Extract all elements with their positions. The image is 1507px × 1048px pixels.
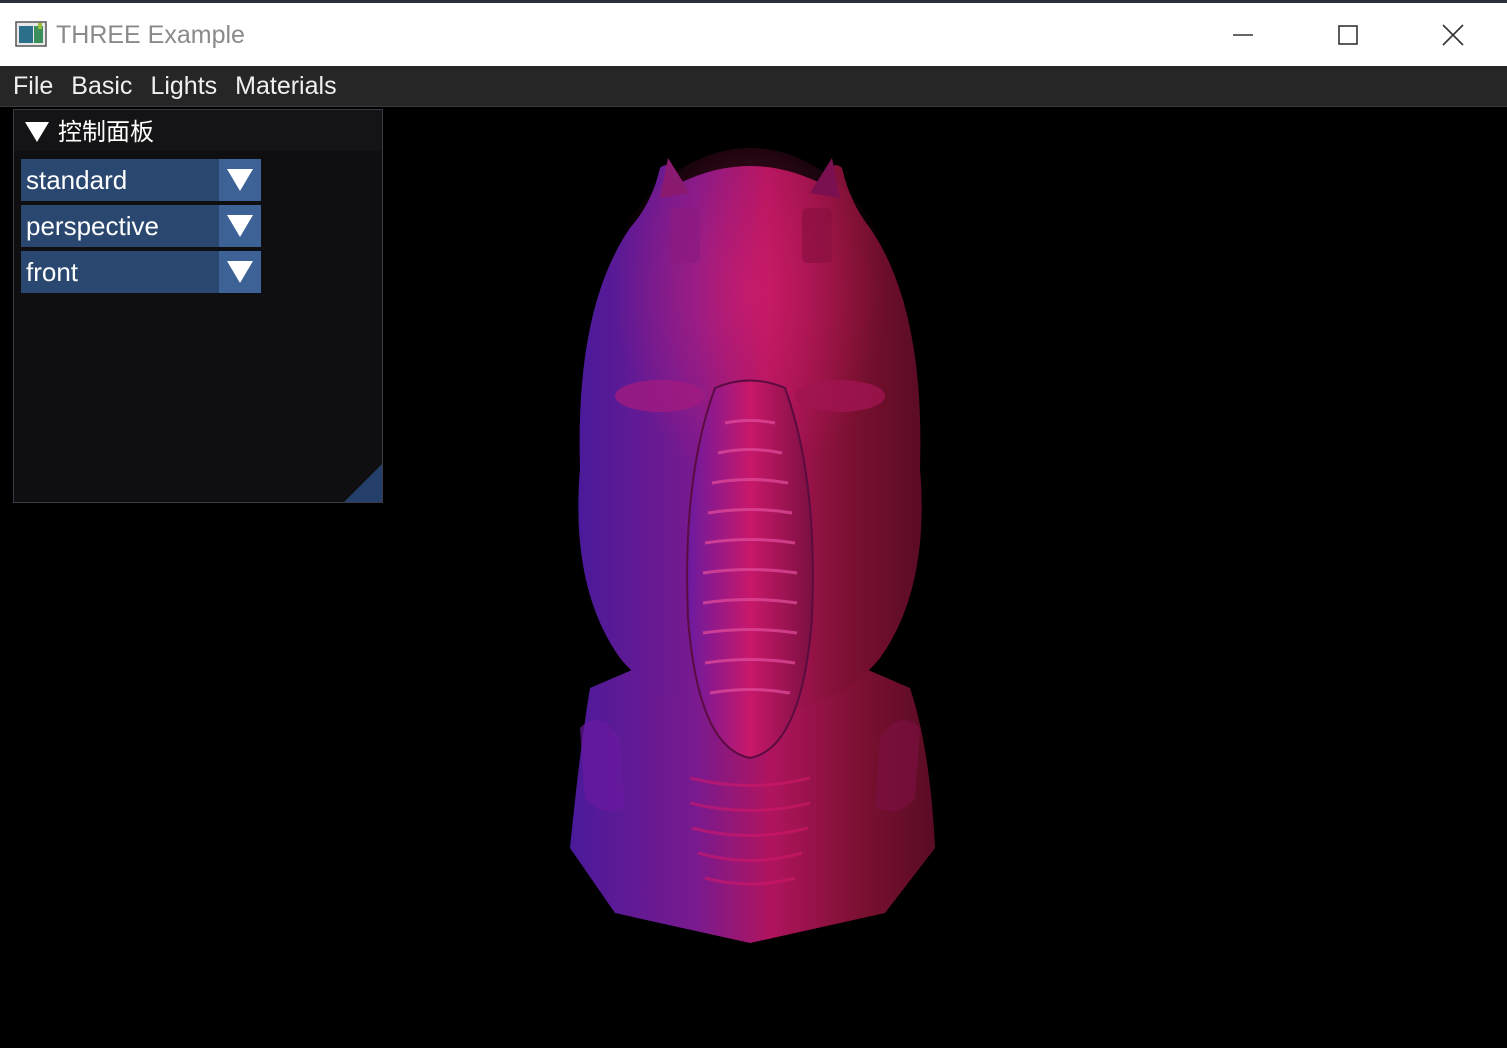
menu-materials[interactable]: Materials xyxy=(226,66,345,107)
head-model xyxy=(570,148,935,943)
menu-lights[interactable]: Lights xyxy=(141,66,226,107)
chevron-down-icon xyxy=(227,215,253,237)
close-icon xyxy=(1442,24,1464,46)
panel-header[interactable]: 控制面板 xyxy=(14,110,382,151)
control-panel: 控制面板 standard perspective front xyxy=(13,109,383,503)
chevron-down-icon xyxy=(227,261,253,283)
view-combo-button[interactable] xyxy=(219,251,261,293)
panel-title: 控制面板 xyxy=(58,118,154,146)
maximize-button[interactable] xyxy=(1296,6,1400,64)
camera-combo[interactable]: perspective xyxy=(21,205,261,247)
maximize-icon xyxy=(1338,25,1358,45)
camera-combo-value: perspective xyxy=(26,211,159,241)
menu-bar: File Basic Lights Materials xyxy=(0,66,1507,107)
chevron-down-icon xyxy=(227,169,253,191)
material-combo-button[interactable] xyxy=(219,159,261,201)
material-combo-value: standard xyxy=(26,165,128,195)
close-button[interactable] xyxy=(1401,6,1505,64)
view-combo-value: front xyxy=(26,257,79,287)
resize-grip-icon[interactable] xyxy=(344,464,382,502)
title-bar[interactable]: THREE Example xyxy=(0,0,1507,66)
window-title: THREE Example xyxy=(56,21,245,49)
minimize-icon xyxy=(1233,34,1253,36)
camera-combo-button[interactable] xyxy=(219,205,261,247)
triangle-down-icon[interactable] xyxy=(25,122,49,142)
app-icon xyxy=(15,21,47,47)
menu-basic[interactable]: Basic xyxy=(62,66,141,107)
minimize-button[interactable] xyxy=(1191,6,1295,64)
menu-file[interactable]: File xyxy=(4,66,62,107)
view-combo[interactable]: front xyxy=(21,251,261,293)
app-window: THREE Example File Basic Lights Material… xyxy=(0,0,1507,1048)
material-combo[interactable]: standard xyxy=(21,159,261,201)
